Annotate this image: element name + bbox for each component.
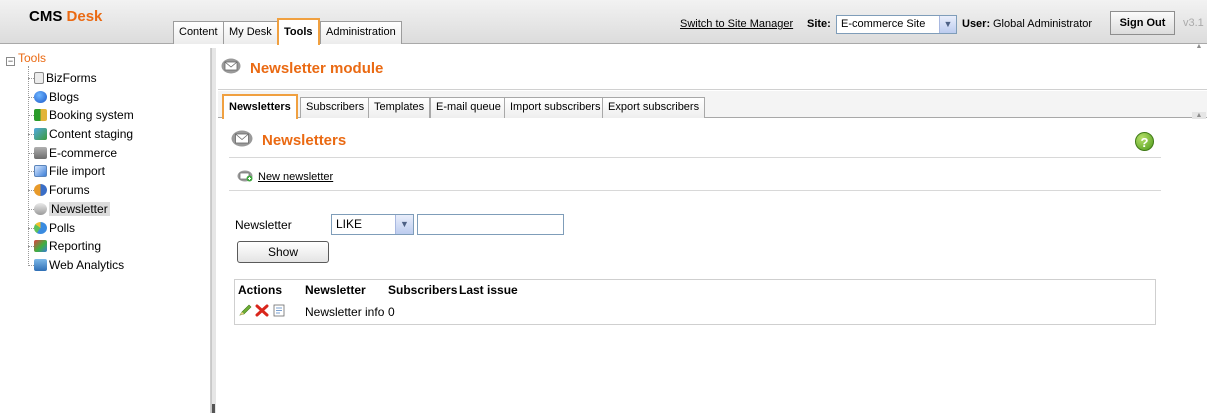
user-label: User:: [962, 18, 991, 30]
tree-item-label: Blogs: [49, 90, 80, 104]
scroll-up-arrow-icon[interactable]: ▲: [1192, 112, 1206, 119]
column-header-subscribers[interactable]: Subscribers: [388, 283, 457, 297]
tree-item-polls[interactable]: Polls: [27, 219, 76, 237]
tree-item-booking-system[interactable]: Booking system: [28, 106, 134, 124]
delete-icon[interactable]: [255, 304, 269, 317]
tab-email-queue[interactable]: E-mail queue: [430, 97, 507, 118]
newsletters-page: Newsletters ? New newsletter Newsletter …: [229, 120, 1173, 413]
version-label: v3.1: [1183, 17, 1204, 29]
tab-content[interactable]: Content: [173, 21, 224, 44]
column-header-last-issue[interactable]: Last issue: [459, 283, 518, 297]
tree-item-label: Newsletter: [49, 202, 110, 216]
staging-icon: [34, 128, 47, 140]
tree-item-reporting[interactable]: Reporting: [27, 237, 102, 255]
tab-export-subscribers[interactable]: Export subscribers: [602, 97, 706, 118]
tree-item-label: Polls: [49, 221, 76, 235]
properties-icon[interactable]: [272, 304, 286, 317]
tree-item-web-analytics[interactable]: Web Analytics: [27, 256, 125, 274]
module-header: Newsletter module: [218, 48, 1207, 90]
switch-to-site-manager-link[interactable]: Switch to Site Manager: [680, 18, 793, 30]
tree-item-label: Forums: [49, 183, 90, 197]
filter-operator-value: LIKE: [336, 217, 363, 231]
splitter-grip[interactable]: [212, 404, 215, 413]
divider: [229, 157, 1161, 158]
cell-subscribers: 0: [388, 305, 395, 319]
tab-administration[interactable]: Administration: [320, 21, 402, 44]
newsletter-module-icon: [221, 58, 241, 74]
tree-item-content-staging[interactable]: Content staging: [27, 125, 134, 143]
logo-desk-text: Desk: [66, 8, 103, 25]
forums-icon: [34, 184, 47, 196]
page-title: Newsletters: [262, 132, 347, 149]
tree-item-label: BizForms: [46, 71, 97, 85]
newsletters-grid: Actions Newsletter Subscribers Last issu…: [234, 279, 1156, 325]
tree-item-file-import[interactable]: File import: [27, 162, 106, 180]
help-icon[interactable]: ?: [1135, 132, 1154, 151]
column-header-actions: Actions: [238, 283, 283, 297]
booking-icon: [34, 109, 47, 121]
show-button[interactable]: Show: [237, 241, 329, 263]
tab-subscribers[interactable]: Subscribers: [300, 97, 371, 118]
file-import-icon: [34, 165, 47, 177]
site-label: Site:: [807, 18, 831, 30]
tree-item-bizforms[interactable]: BizForms: [28, 69, 97, 87]
collapse-icon[interactable]: −: [6, 57, 15, 66]
tab-newsletters[interactable]: Newsletters: [222, 94, 298, 119]
scroll-up-arrow-icon[interactable]: ▲: [1192, 43, 1206, 50]
tree-item-label: Web Analytics: [49, 258, 125, 272]
divider: [229, 190, 1161, 191]
tab-my-desk[interactable]: My Desk: [223, 21, 278, 44]
cell-newsletter-name: Newsletter info: [305, 305, 385, 319]
site-select-value: E-commerce Site: [841, 18, 926, 30]
tab-templates[interactable]: Templates: [368, 97, 431, 118]
tree-item-label: Booking system: [49, 108, 134, 122]
filter-operator-select[interactable]: LIKE ▼: [331, 214, 414, 235]
panel-splitter[interactable]: [211, 48, 216, 413]
blog-icon: [34, 91, 47, 103]
logo-cms-text: CMS: [29, 8, 63, 25]
form-icon: [34, 72, 44, 84]
newsletter-icon: [231, 130, 253, 147]
site-select[interactable]: E-commerce Site ▼: [836, 15, 957, 34]
tree-item-blogs[interactable]: Blogs: [27, 88, 80, 106]
cart-icon: [34, 147, 47, 159]
tree-item-label: Reporting: [49, 239, 102, 253]
chevron-down-icon[interactable]: ▼: [939, 16, 956, 33]
analytics-icon: [34, 259, 47, 271]
sign-out-button[interactable]: Sign Out: [1110, 11, 1175, 35]
tree-root-tools[interactable]: Tools: [18, 51, 46, 65]
column-header-newsletter[interactable]: Newsletter: [305, 283, 366, 297]
tab-import-subscribers[interactable]: Import subscribers: [504, 97, 607, 118]
top-header: CMS Desk Content My Desk Tools Administr…: [0, 0, 1207, 45]
module-title: Newsletter module: [250, 60, 384, 77]
tab-tools[interactable]: Tools: [277, 18, 320, 45]
tree-connector: [28, 66, 29, 266]
reporting-icon: [34, 240, 47, 252]
filter-label: Newsletter: [235, 218, 292, 232]
edit-icon[interactable]: [238, 304, 252, 317]
new-newsletter-icon[interactable]: [237, 170, 253, 182]
tree-item-e-commerce[interactable]: E-commerce: [27, 144, 118, 162]
polls-icon: [34, 222, 47, 234]
chevron-down-icon[interactable]: ▼: [395, 215, 413, 234]
tree-item-label: Content staging: [49, 127, 134, 141]
tree-item-label: E-commerce: [49, 146, 118, 160]
newsletter-icon: [34, 203, 47, 215]
cms-desk-logo[interactable]: CMS Desk: [29, 8, 102, 25]
tree-item-label: File import: [49, 164, 106, 178]
module-tabs-bar: Newsletters Subscribers Templates E-mail…: [218, 91, 1207, 119]
tree-item-newsletter[interactable]: Newsletter: [28, 200, 110, 218]
user-name: Global Administrator: [993, 18, 1093, 30]
tools-tree-panel: − Tools BizForms Blogs Booking system Co…: [6, 48, 211, 413]
filter-value-input[interactable]: [417, 214, 564, 235]
tree-item-forums[interactable]: Forums: [28, 181, 90, 199]
new-newsletter-link[interactable]: New newsletter: [258, 171, 333, 183]
